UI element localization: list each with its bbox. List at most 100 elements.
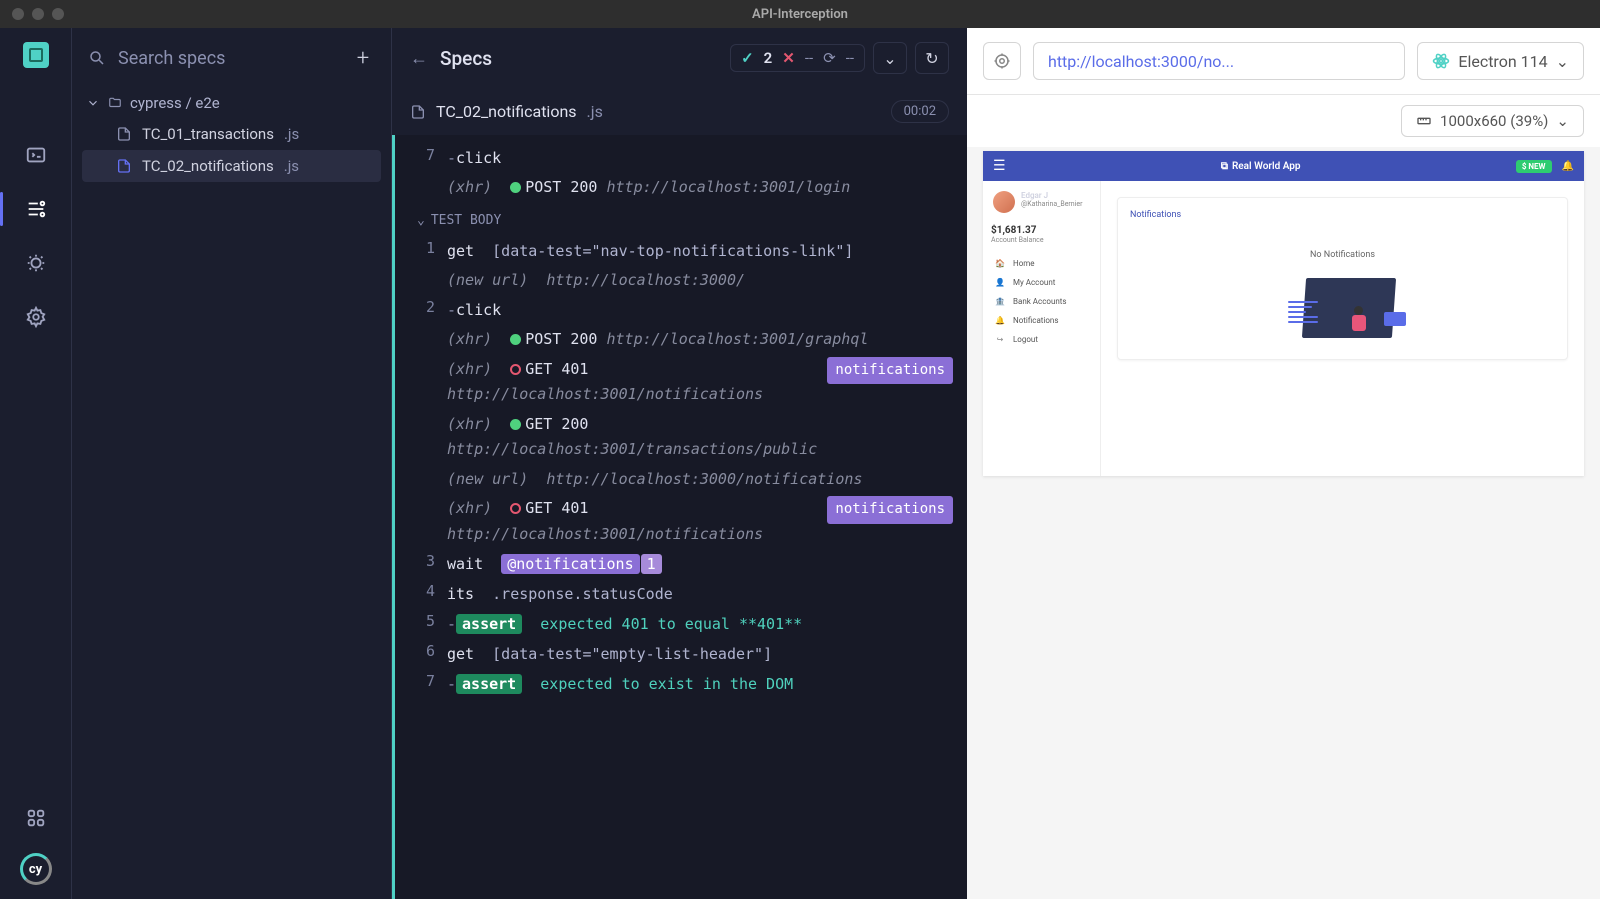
log-command-row[interactable]: 3wait @notifications1 (395, 549, 967, 579)
spec-duration: 00:02 (891, 100, 949, 123)
spec-filename: TC_02_notifications (436, 102, 577, 121)
log-xhr-row[interactable]: (xhr) GET 200 http://localhost:3001/tran… (395, 410, 967, 465)
aut-sidebar: Edgar J @Katharina_Bernier $1,681.37 Acc… (983, 181, 1101, 476)
chevron-down-icon: ⌄ (1556, 52, 1569, 71)
window-max-icon[interactable] (52, 8, 64, 20)
aut-new-button[interactable]: $ NEW (1516, 160, 1552, 173)
aut-nav-item[interactable]: ↪Logout (991, 330, 1092, 349)
runs-nav-icon[interactable] (23, 196, 49, 222)
aut-balance-label: Account Balance (991, 236, 1092, 244)
pending-count: -- (846, 49, 854, 67)
empty-illustration-icon (1288, 272, 1398, 347)
search-icon (88, 49, 106, 67)
window-min-icon[interactable] (32, 8, 44, 20)
log-newurl-row[interactable]: (new url) http://localhost:3000/ (395, 266, 967, 296)
window-titlebar: API-Interception (0, 0, 1600, 28)
aut-balance: $1,681.37 (991, 225, 1092, 236)
spec-file-ext: .js (284, 157, 299, 175)
aut-nav-item[interactable]: 🏠Home (991, 254, 1092, 273)
log-xhr-row[interactable]: (xhr) POST 200 http://localhost:3001/gra… (395, 325, 967, 355)
spec-file-item[interactable]: TC_02_notifications.js (82, 150, 381, 182)
cypress-logo-icon[interactable]: cy (20, 853, 52, 885)
nav-item-icon: 👤 (995, 278, 1005, 287)
ruler-icon (1416, 113, 1432, 129)
alias-badge: notifications (827, 496, 953, 524)
window-title: API-Interception (752, 7, 848, 22)
log-xhr-row[interactable]: notifications(xhr) GET 401 http://localh… (395, 355, 967, 410)
test-stats: ✓ 2 ✕ -- ⟳ -- (730, 44, 865, 72)
log-command-row[interactable]: 4its .response.statusCode (395, 579, 967, 609)
electron-icon (1432, 52, 1450, 70)
browser-selector[interactable]: Electron 114 ⌄ (1417, 42, 1584, 80)
command-log[interactable]: 7-click(xhr) POST 200 http://localhost:3… (392, 135, 967, 899)
spec-folder[interactable]: cypress / e2e (82, 88, 381, 118)
settings-nav-icon[interactable] (23, 304, 49, 330)
aut-frame[interactable]: ☰ ⧉Real World App $ NEW 🔔 Edgar J @Katha… (983, 151, 1584, 476)
debug-nav-icon[interactable] (23, 250, 49, 276)
hamburger-icon[interactable]: ☰ (993, 158, 1006, 174)
log-xhr-row[interactable]: (xhr) POST 200 http://localhost:3001/log… (395, 173, 967, 203)
aut-nav-item[interactable]: 🔔 Notifications (991, 311, 1092, 330)
aut-notifications-card: Notifications No Notifications (1117, 197, 1568, 360)
chevron-down-button[interactable]: ⌄ (873, 42, 907, 74)
keyboard-icon[interactable] (23, 805, 49, 831)
aut-url[interactable]: http://localhost:3000/no... (1033, 42, 1405, 80)
nav-item-label: My Account (1013, 278, 1055, 287)
folder-icon (108, 96, 122, 110)
spec-file-item[interactable]: TC_01_transactions.js (82, 118, 381, 150)
target-icon (993, 52, 1011, 70)
reporter-panel: ← Specs ✓ 2 ✕ -- ⟳ -- ⌄ ↻ TC_02_notifica… (392, 28, 967, 899)
x-icon: ✕ (782, 49, 795, 67)
file-icon (116, 157, 132, 175)
log-step-num: 7 (417, 672, 435, 696)
aut-header: ☰ ⧉Real World App $ NEW 🔔 (983, 151, 1584, 181)
pending-icon: ⟳ (823, 49, 836, 67)
file-icon (116, 125, 132, 143)
alias-badge: notifications (827, 357, 953, 385)
log-command-row[interactable]: 2-click (395, 295, 967, 325)
log-step-num: 3 (417, 552, 435, 576)
file-icon (410, 103, 426, 121)
project-logo-icon[interactable] (23, 42, 49, 68)
nav-item-label: Logout (1013, 335, 1038, 344)
viewport-selector[interactable]: 1000x660 (39%) ⌄ (1401, 105, 1584, 137)
log-command-row[interactable]: 7-assert expected to exist in the DOM (395, 669, 967, 699)
nav-item-icon: 🏠 (995, 259, 1005, 268)
selector-playground-button[interactable] (983, 42, 1021, 80)
spec-sidebar: Search specs + cypress / e2e TC_01_trans… (72, 28, 392, 899)
chevron-down-icon: ⌄ (1556, 112, 1569, 130)
check-icon: ✓ (741, 49, 754, 67)
avatar[interactable] (993, 191, 1015, 213)
spec-search-input[interactable]: Search specs (118, 48, 339, 69)
nav-item-icon: 🔔 (995, 316, 1005, 325)
chevron-down-icon (86, 96, 100, 110)
aut-nav-item[interactable]: 🏦Bank Accounts (991, 292, 1092, 311)
log-section-header[interactable]: ⌄ TEST BODY (395, 203, 967, 236)
app-preview-panel: http://localhost:3000/no... Electron 114… (967, 28, 1600, 899)
aut-empty-text: No Notifications (1130, 250, 1555, 260)
log-command-row[interactable]: 7-click (395, 143, 967, 173)
failed-count: -- (805, 49, 813, 67)
log-command-row[interactable]: 1get [data-test="nav-top-notifications-l… (395, 236, 967, 266)
browser-label: Electron 114 (1458, 52, 1547, 71)
bell-icon[interactable]: 🔔 (1562, 161, 1574, 172)
specs-back-button[interactable]: ← (410, 48, 428, 69)
log-command-row[interactable]: 6get [data-test="empty-list-header"] (395, 639, 967, 669)
log-xhr-row[interactable]: notifications(xhr) GET 401 http://localh… (395, 494, 967, 549)
log-step-num: 1 (417, 239, 435, 263)
log-step-num: 7 (417, 146, 435, 170)
reload-button[interactable]: ↻ (915, 42, 949, 74)
specs-heading: Specs (440, 47, 492, 70)
specs-nav-icon[interactable] (23, 142, 49, 168)
aut-card-title: Notifications (1130, 210, 1555, 220)
new-spec-button[interactable]: + (351, 46, 375, 70)
window-close-icon[interactable] (12, 8, 24, 20)
log-command-row[interactable]: 5-assert expected 401 to equal **401** (395, 609, 967, 639)
viewport-label: 1000x660 (39%) (1440, 112, 1548, 130)
log-newurl-row[interactable]: (new url) http://localhost:3000/notifica… (395, 465, 967, 495)
nav-item-label: Notifications (1013, 316, 1058, 325)
aut-nav-item[interactable]: 👤 My Account (991, 273, 1092, 292)
log-step-num: 5 (417, 612, 435, 636)
passed-count: 2 (764, 49, 773, 67)
folder-name: cypress / e2e (130, 94, 220, 112)
